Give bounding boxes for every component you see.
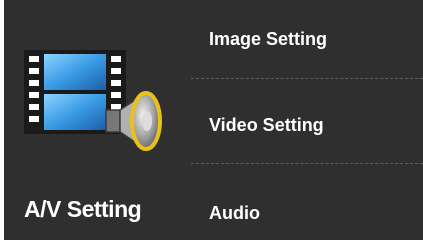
film-speaker-icon (24, 50, 162, 151)
divider (191, 163, 423, 164)
menu-item-image-setting[interactable]: Image Setting (209, 29, 327, 50)
menu-item-video-setting[interactable]: Video Setting (209, 115, 324, 136)
page-title: A/V Setting (24, 196, 142, 222)
av-setting-panel: A/V Setting Image Setting Video Setting … (4, 0, 423, 240)
menu-item-audio[interactable]: Audio (209, 203, 260, 224)
divider (191, 78, 423, 79)
